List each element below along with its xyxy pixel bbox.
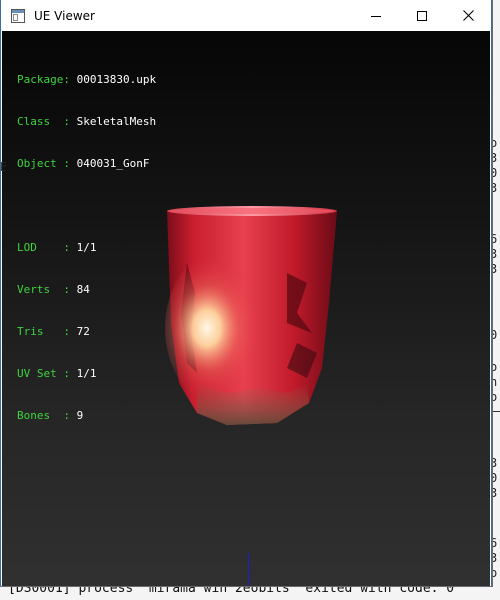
minimize-icon [371,15,381,17]
maximize-icon [417,10,427,21]
background-console-bottom-line: [DS0001] process 'mirama win 2eobits' ex… [0,584,500,600]
mesh-info-overlay: Package: 00013830.upk Class : SkeletalMe… [17,45,156,451]
background-console-left-edge: E [0,160,6,172]
window-controls [353,0,491,31]
info-value: 9 [76,409,84,422]
info-value: 040031_GonF [76,157,150,170]
axis-indicator [248,553,249,586]
info-value: 1/1 [76,367,97,380]
info-value: 00013830.upk [76,73,157,86]
info-value: SkeletalMesh [76,115,157,128]
close-icon [462,10,474,21]
info-row-object: Object : 040031_GonF [17,157,156,171]
info-value: 84 [76,283,90,296]
ue-viewer-window[interactable]: UE Viewer Package: 00013830.upk Class : … [0,0,492,586]
info-label: UV Set : [17,367,77,380]
3d-viewport[interactable]: Package: 00013830.upk Class : SkeletalMe… [2,31,490,586]
skeletal-mesh-render[interactable] [157,203,347,433]
info-label: LOD : [17,241,77,254]
info-label: Object : [17,157,77,170]
info-row-class: Class : SkeletalMesh [17,115,156,129]
minimize-button[interactable] [353,0,399,31]
window-title: UE Viewer [34,8,95,23]
title-bar[interactable]: UE Viewer [1,0,491,31]
info-label: Verts : [17,283,77,296]
info-row-bones: Bones : 9 [17,409,156,423]
console-char: E [0,160,6,172]
close-button[interactable] [445,0,491,31]
info-row-uvset: UV Set : 1/1 [17,367,156,381]
info-row-tris: Tris : 72 [17,325,156,339]
info-row-verts: Verts : 84 [17,283,156,297]
info-label: Tris : [17,325,77,338]
maximize-button[interactable] [399,0,445,31]
info-row-package: Package: 00013830.upk [17,73,156,87]
info-row-lod: LOD : 1/1 [17,241,156,255]
info-value: 72 [76,325,90,338]
info-label: Package: [17,73,77,86]
info-value: 1/1 [76,241,97,254]
app-window-icon[interactable] [10,8,26,24]
info-label: Class : [17,115,77,128]
info-label: Bones : [17,409,77,422]
